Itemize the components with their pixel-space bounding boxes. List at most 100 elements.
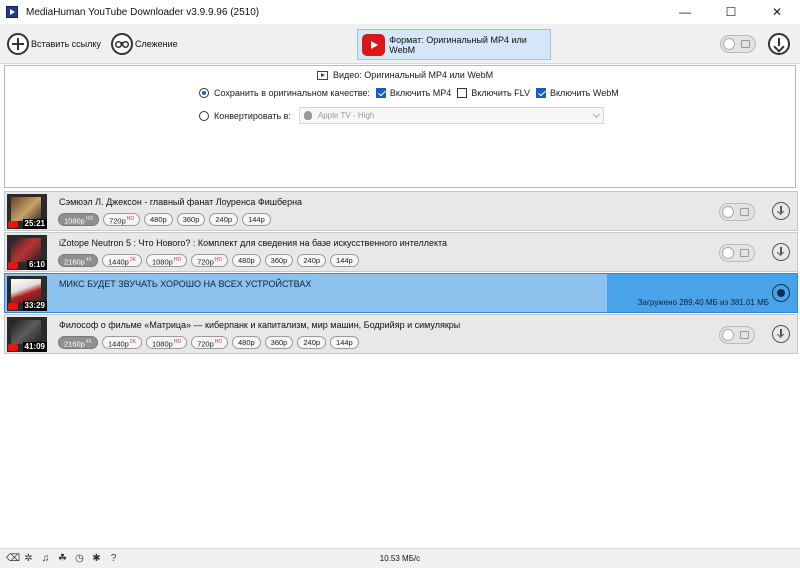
tracking-label: Слежение	[135, 39, 178, 49]
format-label: Формат: Оригинальный MP4 или WebM	[389, 34, 527, 55]
quality-chip-label: 1080p	[151, 339, 173, 349]
plus-icon	[7, 33, 29, 55]
convert-label: Конвертировать в:	[214, 110, 291, 121]
item-auto-toggle[interactable]	[719, 244, 755, 262]
quality-chip[interactable]: 144p	[242, 213, 271, 226]
quality-chip[interactable]: 2160p4K	[58, 336, 98, 349]
quality-badge: 2K	[129, 257, 136, 263]
quality-badge: HD	[214, 339, 222, 345]
quality-chip[interactable]: 480p	[144, 213, 173, 226]
video-title: iZotope Neutron 5 : Что Нового? : Компле…	[59, 238, 448, 248]
convert-profile-select[interactable]: Apple TV - High	[298, 107, 604, 124]
close-button[interactable]: ✕	[754, 0, 800, 24]
quality-chip[interactable]: 360p	[264, 254, 294, 267]
quality-chip-label: 1080p	[64, 216, 85, 226]
settings-title: Видео: Оригинальный MP4 или WebM	[317, 70, 493, 80]
format-button[interactable]: Формат: Оригинальный MP4 или WebM	[357, 29, 551, 60]
item-auto-toggle[interactable]	[719, 203, 755, 221]
quality-chips: 1080pHD 720pHD 480p 360p 240p 144p	[58, 213, 275, 226]
quality-chip[interactable]: 720pHD	[103, 213, 141, 226]
quality-chip[interactable]: 1080pHD	[58, 213, 100, 226]
quality-badge: HD	[85, 216, 94, 222]
title-bar: MediaHuman YouTube Downloader v3.9.9.96 …	[0, 0, 800, 24]
list-item[interactable]: 41:09 Философ о фильме «Матрица» — кибер…	[4, 314, 798, 354]
download-button[interactable]	[772, 202, 790, 220]
youtube-icon	[8, 344, 18, 351]
toolbar: Вставить ссылку Слежение Формат: Оригина…	[0, 24, 800, 64]
video-duration: 41:09	[22, 342, 47, 352]
toggle-knob	[722, 247, 734, 259]
settings-title-text: Видео: Оригинальный MP4 или WebM	[333, 70, 494, 80]
video-duration: 6:10	[26, 260, 47, 270]
item-auto-toggle[interactable]	[719, 326, 755, 344]
quality-chip[interactable]: 144p	[330, 336, 359, 349]
app-icon	[6, 6, 18, 18]
status-bar: ⌫ ✲ ♫ ☘ ◷ ✱ ? 10.53 МБ/с	[0, 548, 800, 568]
quality-chip[interactable]: 240p	[297, 336, 327, 349]
quality-chip[interactable]: 1440p2K	[101, 336, 142, 349]
download-status: Загружено 289.40 МБ из 381.01 МБ	[637, 298, 769, 307]
quality-badge: 4K	[85, 257, 92, 263]
download-button[interactable]	[772, 243, 790, 261]
quality-chip-label: 480p	[237, 256, 255, 265]
quality-chip-label: 720p	[109, 216, 126, 226]
video-format-icon	[317, 70, 328, 80]
quality-chip-label: 720p	[197, 257, 214, 267]
download-button[interactable]	[772, 325, 790, 343]
quality-chip-label: 240p	[215, 215, 233, 224]
list-item[interactable]: 6:10 iZotope Neutron 5 : Что Нового? : К…	[4, 232, 798, 272]
quality-chip-label: 360p	[270, 338, 288, 347]
include-webm-checkbox[interactable]	[536, 88, 546, 98]
convert-profile-value: Apple TV - High	[317, 111, 375, 120]
video-icon	[741, 40, 750, 48]
keep-original-radio[interactable]	[199, 88, 209, 98]
quality-chip-label: 480p	[150, 215, 167, 224]
youtube-icon	[362, 33, 386, 56]
quality-chip[interactable]: 144p	[330, 254, 359, 267]
quality-chip[interactable]: 240p	[297, 254, 327, 267]
quality-chip[interactable]: 1080pHD	[145, 254, 188, 267]
quality-chip[interactable]: 2160p4K	[58, 254, 98, 267]
quality-chip[interactable]: 720pHD	[191, 336, 228, 349]
quality-chip[interactable]: 480p	[231, 254, 261, 267]
maximize-button[interactable]: ☐	[708, 0, 754, 24]
download-all-button[interactable]	[768, 33, 790, 55]
minimize-button[interactable]: —	[662, 0, 708, 24]
include-mp4-checkbox[interactable]	[375, 88, 386, 98]
quality-chip[interactable]: 1440p2K	[101, 254, 142, 267]
window-controls: — ☐ ✕	[662, 0, 800, 24]
quality-chip-label: 720p	[197, 339, 214, 349]
auto-download-toggle[interactable]	[720, 35, 756, 53]
include-mp4-label: Включить MP4	[389, 88, 452, 98]
paste-link-button[interactable]: Вставить ссылку	[7, 32, 101, 56]
format-settings-panel: Видео: Оригинальный MP4 или WebM Сохрани…	[4, 65, 796, 188]
quality-badge: 2K	[129, 339, 136, 345]
list-item[interactable]: 25:21 Сэмюэл Л. Джексон - главный фанат …	[4, 191, 798, 231]
tracking-button[interactable]: Слежение	[111, 32, 178, 56]
quality-chip-label: 360p	[270, 256, 288, 265]
video-thumbnail: 6:10	[7, 235, 47, 270]
youtube-icon	[8, 303, 18, 310]
quality-chip[interactable]: 240p	[209, 213, 239, 226]
include-flv-checkbox[interactable]	[457, 88, 468, 98]
download-speed: 10.53 МБ/с	[379, 554, 421, 563]
video-title: МИКС БУДЕТ ЗВУЧАТЬ ХОРОШО НА ВСЕХ УСТРОЙ…	[59, 279, 312, 289]
youtube-icon	[8, 262, 18, 269]
video-icon	[740, 249, 749, 257]
arrow-down-icon	[774, 38, 784, 50]
video-duration: 25:21	[22, 219, 47, 229]
quality-chip[interactable]: 720pHD	[191, 254, 228, 267]
convert-radio[interactable]	[199, 110, 209, 121]
binoculars-icon	[111, 33, 133, 55]
quality-chip[interactable]: 480p	[231, 336, 261, 349]
quality-chip[interactable]: 1080pHD	[145, 336, 188, 349]
quality-chip[interactable]: 360p	[264, 336, 294, 349]
include-webm-label: Включить WebM	[550, 88, 619, 98]
quality-chip[interactable]: 360p	[176, 213, 206, 226]
toggle-knob	[723, 38, 735, 50]
stop-download-button[interactable]	[772, 284, 790, 302]
video-thumbnail: 41:09	[7, 317, 47, 352]
paste-link-label: Вставить ссылку	[31, 39, 101, 49]
list-item-downloading[interactable]: 33:29 МИКС БУДЕТ ЗВУЧАТЬ ХОРОШО НА ВСЕХ …	[4, 273, 798, 313]
quality-chip-label: 480p	[237, 338, 255, 347]
